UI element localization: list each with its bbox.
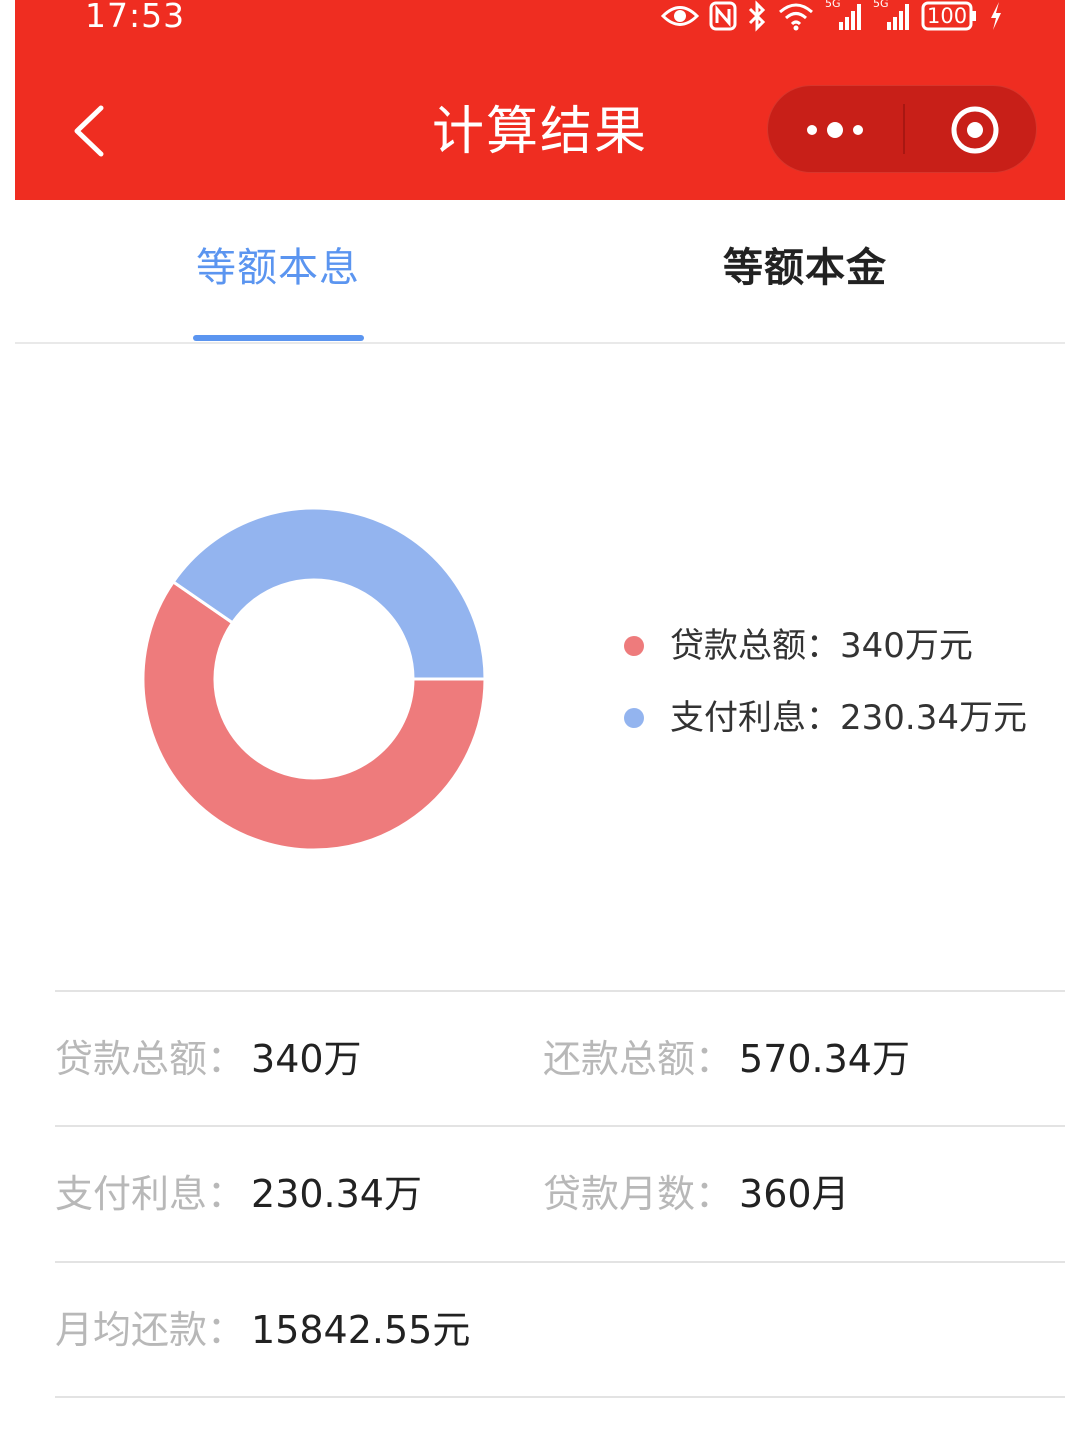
months-value: 360月 [739,1172,850,1216]
loan-total-value: 340万 [251,1037,362,1081]
bluetooth-icon [748,0,766,32]
donut-slice-interest [171,506,487,681]
divider [55,1396,1065,1398]
record-circle-icon [951,106,999,154]
battery-level: 100 [927,4,968,28]
mini-program-screen: 17:53 5G 5G 100 计算结果 等额本息 等额本金 贷款总额：340万… [15,0,1065,1441]
header-bar: 17:53 5G 5G 100 计算结果 [15,0,1065,200]
monthly-cell: 月均还款： 15842.55元 [55,1263,470,1397]
status-time: 17:53 [85,0,186,35]
nfc-icon [709,1,737,31]
active-tab-indicator [193,335,364,341]
wifi-icon [779,3,813,31]
tab-equal-principal[interactable]: 等额本金 [655,240,955,296]
monthly-label: 月均还款： [55,1308,246,1352]
battery-icon: 100 [921,1,979,31]
more-dots-icon [807,122,863,138]
signal-icon: 5G [825,0,863,32]
charging-icon [991,2,1001,30]
tab-bar: 等额本息 等额本金 [15,200,1065,344]
interest-label: 支付利息： [55,1172,246,1216]
capsule-menu [767,85,1037,173]
tab-equal-installment[interactable]: 等额本息 [128,240,428,296]
repay-total-value: 570.34万 [739,1037,910,1081]
loan-total-label: 贷款总额： [55,1037,246,1081]
repay-total-label: 还款总额： [543,1037,734,1081]
legend-dot-principal [624,636,644,656]
legend-label-interest: 支付利息：230.34万元 [670,698,1027,738]
signal-icon: 5G [873,0,911,32]
legend-dot-interest [624,708,644,728]
result-row: 贷款总额： 340万 还款总额： 570.34万 [55,992,1065,1126]
eye-icon [661,6,699,26]
result-row: 月均还款： 15842.55元 [55,1263,1065,1397]
more-button[interactable] [768,86,904,172]
legend-label-principal: 贷款总额：340万元 [670,626,973,666]
status-icons: 5G 5G 100 [661,0,1003,36]
result-row: 支付利息： 230.34万 贷款月数： 360月 [55,1127,1065,1261]
page: 17:53 5G 5G 100 计算结果 等额本息 等额本金 贷款总额：340万… [0,0,1080,1441]
interest-value: 230.34万 [251,1172,422,1216]
monthly-value: 15842.55元 [251,1308,471,1352]
interest-cell: 支付利息： 230.34万 [55,1127,422,1261]
months-label: 贷款月数： [543,1172,734,1216]
repay-total-cell: 还款总额： 570.34万 [543,992,910,1126]
months-cell: 贷款月数： 360月 [543,1127,850,1261]
close-button[interactable] [905,86,1036,172]
loan-total-cell: 贷款总额： 340万 [55,992,362,1126]
